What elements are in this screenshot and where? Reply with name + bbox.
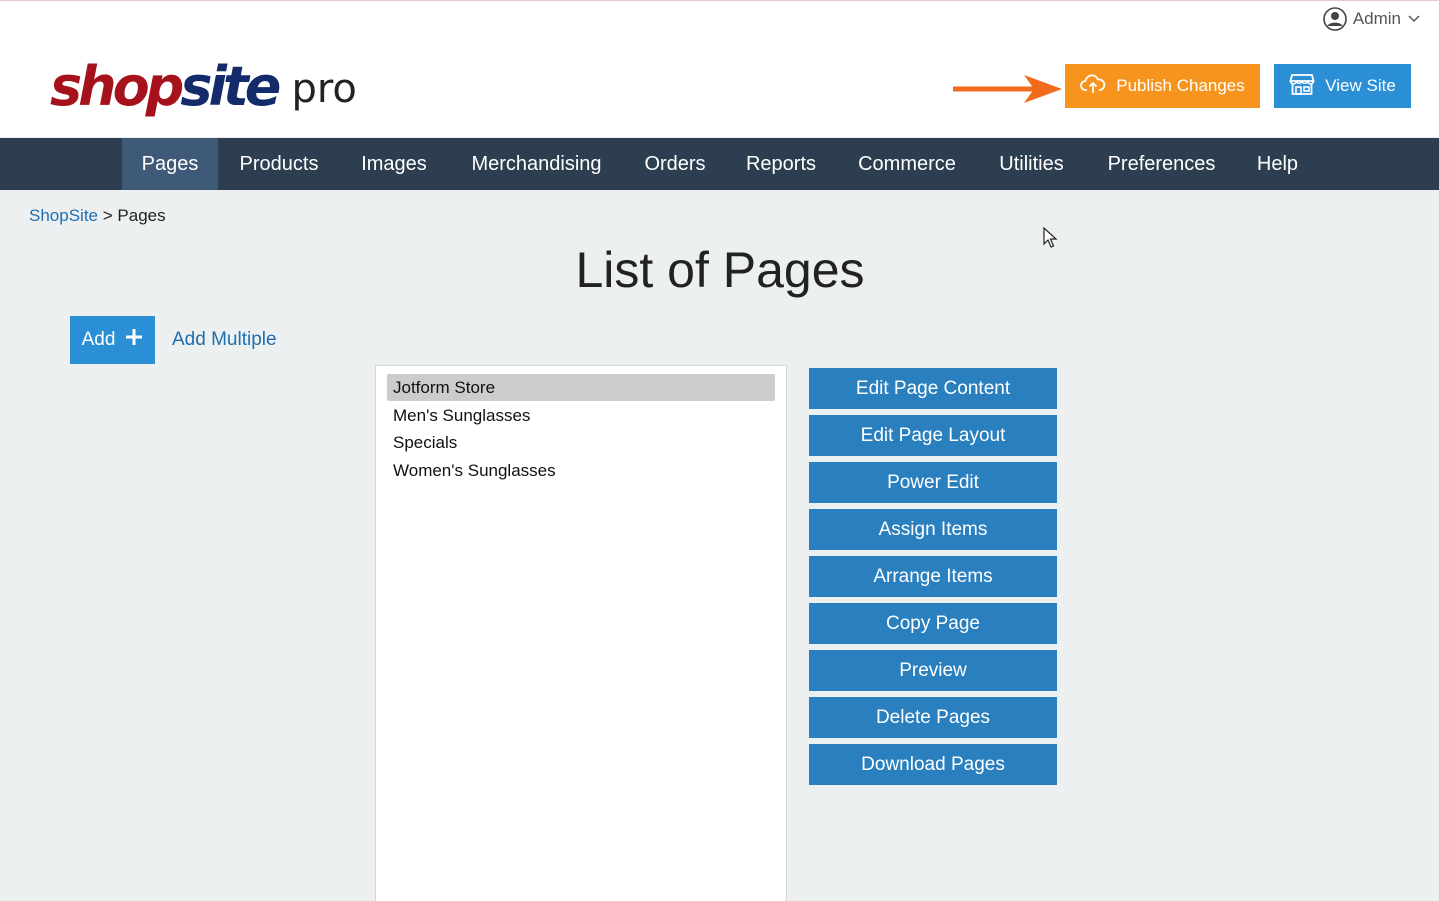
page-list-item[interactable]: Women's Sunglasses — [387, 457, 775, 484]
download-pages-button[interactable]: Download Pages — [809, 744, 1057, 785]
breadcrumb-root-link[interactable]: ShopSite — [29, 206, 98, 225]
publish-changes-button[interactable]: Publish Changes — [1065, 64, 1260, 108]
cloud-upload-icon — [1080, 73, 1106, 100]
arrange-items-button[interactable]: Arrange Items — [809, 556, 1057, 597]
chevron-down-icon — [1407, 14, 1421, 24]
breadcrumb-current: Pages — [117, 206, 166, 225]
preview-button[interactable]: Preview — [809, 650, 1057, 691]
page-list[interactable]: Jotform Store Men's Sunglasses Specials … — [375, 365, 787, 901]
nav-item-commerce[interactable]: Commerce — [837, 138, 977, 190]
view-site-label: View Site — [1325, 76, 1396, 95]
storefront-icon — [1289, 72, 1315, 101]
copy-page-button[interactable]: Copy Page — [809, 603, 1057, 644]
plus-icon — [125, 328, 143, 352]
assign-items-button[interactable]: Assign Items — [809, 509, 1057, 550]
page-list-item[interactable]: Jotform Store — [387, 374, 775, 401]
nav-item-products[interactable]: Products — [218, 138, 340, 190]
nav-item-orders[interactable]: Orders — [625, 138, 725, 190]
nav-item-reports[interactable]: Reports — [725, 138, 837, 190]
add-page-button[interactable]: Add — [70, 316, 155, 364]
page-actions: Edit Page Content Edit Page Layout Power… — [809, 368, 1057, 791]
logo-wordmark: shopsite — [50, 55, 281, 118]
view-site-button[interactable]: View Site — [1274, 64, 1411, 108]
nav-item-merchandising[interactable]: Merchandising — [448, 138, 625, 190]
nav-item-preferences[interactable]: Preferences — [1086, 138, 1237, 190]
user-menu[interactable]: Admin — [1323, 5, 1421, 33]
user-menu-label: Admin — [1352, 9, 1401, 28]
nav-item-images[interactable]: Images — [340, 138, 448, 190]
header: Admin shopsite pro Publish Changes View … — [0, 1, 1439, 137]
breadcrumb: ShopSite > Pages — [29, 206, 166, 226]
page-list-item[interactable]: Men's Sunglasses — [387, 402, 775, 429]
add-page-label: Add — [81, 329, 116, 350]
shopsite-logo[interactable]: shopsite pro — [50, 53, 357, 117]
main-nav: Pages Products Images Merchandising Orde… — [0, 138, 1439, 190]
nav-item-utilities[interactable]: Utilities — [977, 138, 1086, 190]
delete-pages-button[interactable]: Delete Pages — [809, 697, 1057, 738]
breadcrumb-separator: > — [102, 206, 113, 225]
edit-page-layout-button[interactable]: Edit Page Layout — [809, 415, 1057, 456]
arrow-right-icon — [953, 75, 1062, 103]
nav-item-pages[interactable]: Pages — [122, 138, 218, 190]
nav-item-help[interactable]: Help — [1237, 138, 1318, 190]
logo-suffix: pro — [291, 66, 357, 112]
add-multiple-link[interactable]: Add Multiple — [172, 329, 277, 351]
page-list-item[interactable]: Specials — [387, 429, 775, 456]
page-title: List of Pages — [575, 242, 865, 298]
user-avatar-icon — [1323, 7, 1347, 31]
publish-changes-label: Publish Changes — [1116, 76, 1245, 95]
edit-page-content-button[interactable]: Edit Page Content — [809, 368, 1057, 409]
power-edit-button[interactable]: Power Edit — [809, 462, 1057, 503]
